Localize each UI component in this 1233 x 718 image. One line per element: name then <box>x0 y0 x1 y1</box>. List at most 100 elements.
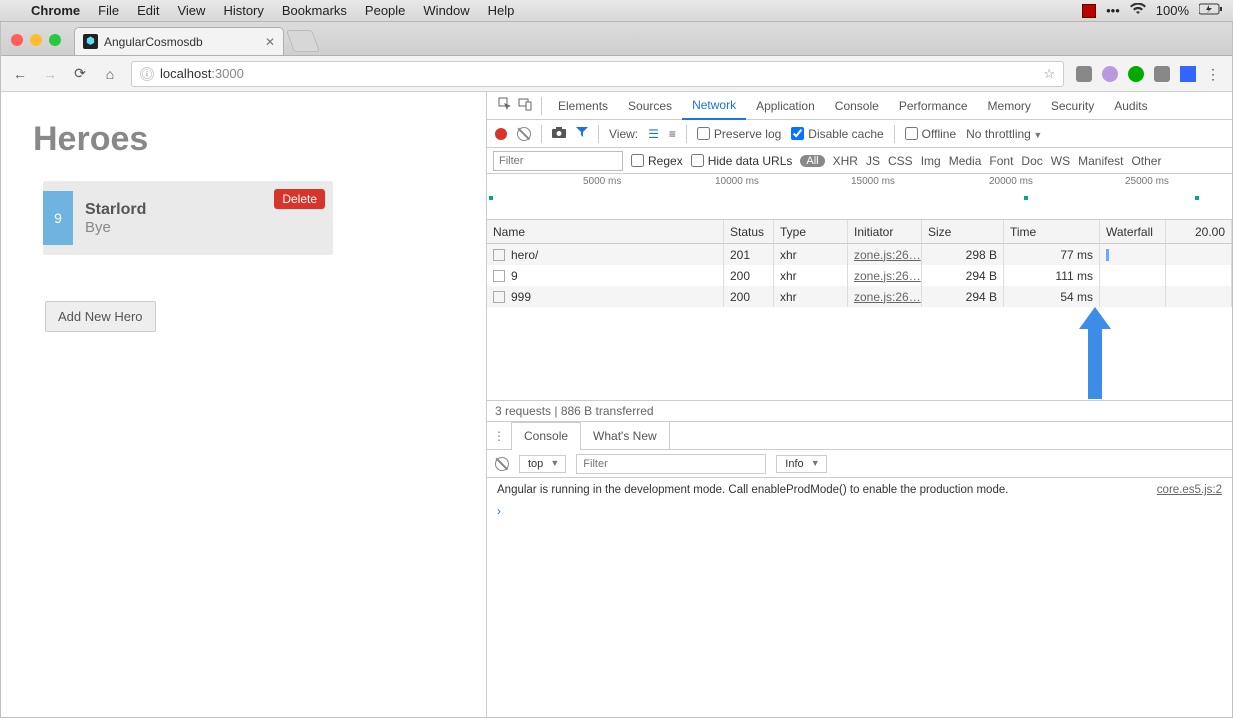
tabstrip: ⬢ AngularCosmosdb ✕ <box>1 22 1232 56</box>
extension-icon[interactable] <box>1128 66 1144 82</box>
tab-audits[interactable]: Audits <box>1104 92 1157 120</box>
extension-icon[interactable] <box>1180 66 1196 82</box>
filter-input[interactable] <box>493 151 623 171</box>
throttling-select[interactable]: No throttling <box>966 127 1042 141</box>
tab-close-icon[interactable]: ✕ <box>265 35 275 49</box>
menu-people[interactable]: People <box>356 3 414 18</box>
timeline-tick: 10000 ms <box>715 176 759 187</box>
wifi-icon[interactable] <box>1130 3 1146 18</box>
console-clear-icon[interactable] <box>495 457 509 471</box>
preserve-log-checkbox[interactable]: Preserve log <box>697 127 781 141</box>
network-row[interactable]: hero/ 201 xhr zone.js:26… 298 B 77 ms <box>487 244 1232 265</box>
menu-bookmarks[interactable]: Bookmarks <box>273 3 356 18</box>
extensions: ⋮ <box>1076 66 1222 82</box>
regex-checkbox[interactable]: Regex <box>631 154 683 168</box>
console-toolbar: top Info <box>487 450 1232 478</box>
drawer-tab-whatsnew[interactable]: What's New <box>581 422 670 450</box>
filter-media[interactable]: Media <box>949 154 982 168</box>
bookmark-star-icon[interactable]: ☆ <box>1043 66 1055 82</box>
console-source-link[interactable]: core.es5.js:2 <box>1157 484 1222 496</box>
app-name[interactable]: Chrome <box>22 3 89 18</box>
back-button[interactable]: ← <box>11 66 29 82</box>
inspect-icon[interactable] <box>495 97 515 114</box>
disable-cache-checkbox[interactable]: Disable cache <box>791 127 883 141</box>
filter-other[interactable]: Other <box>1131 154 1161 168</box>
view-large-icon[interactable]: ☰ <box>648 127 659 141</box>
filter-doc[interactable]: Doc <box>1021 154 1042 168</box>
close-window-button[interactable] <box>11 34 23 46</box>
menu-help[interactable]: Help <box>479 3 524 18</box>
network-row[interactable]: 999 200 xhr zone.js:26… 294 B 54 ms <box>487 286 1232 307</box>
filter-js[interactable]: JS <box>866 154 880 168</box>
menu-edit[interactable]: Edit <box>128 3 168 18</box>
filter-xhr[interactable]: XHR <box>833 154 858 168</box>
console-filter-input[interactable] <box>576 454 766 474</box>
menu-history[interactable]: History <box>214 3 272 18</box>
zoom-window-button[interactable] <box>49 34 61 46</box>
url-port: :3000 <box>211 66 244 81</box>
console-context-select[interactable]: top <box>519 455 566 473</box>
tab-elements[interactable]: Elements <box>548 92 618 120</box>
drawer-tab-console[interactable]: Console <box>511 422 581 450</box>
omnibox[interactable]: ⓘ localhost:3000 ☆ <box>131 61 1064 87</box>
col-name[interactable]: Name <box>487 220 724 243</box>
filter-img[interactable]: Img <box>921 154 941 168</box>
col-initiator[interactable]: Initiator <box>848 220 922 243</box>
console-level-select[interactable]: Info <box>776 455 826 473</box>
menu-window[interactable]: Window <box>414 3 478 18</box>
minimize-window-button[interactable] <box>30 34 42 46</box>
browser-tab[interactable]: ⬢ AngularCosmosdb ✕ <box>74 27 284 55</box>
network-row[interactable]: 9 200 xhr zone.js:26… 294 B 111 ms <box>487 265 1232 286</box>
add-hero-button[interactable]: Add New Hero <box>45 301 156 332</box>
tab-application[interactable]: Application <box>746 92 825 120</box>
home-button[interactable]: ⌂ <box>101 66 119 82</box>
filter-font[interactable]: Font <box>989 154 1013 168</box>
battery-icon[interactable] <box>1199 3 1223 18</box>
capture-screenshot-icon[interactable] <box>552 127 566 141</box>
filter-css[interactable]: CSS <box>888 154 913 168</box>
col-size[interactable]: Size <box>922 220 1004 243</box>
menubar-ext-icon[interactable] <box>1082 4 1096 18</box>
menu-file[interactable]: File <box>89 3 128 18</box>
tab-console[interactable]: Console <box>825 92 889 120</box>
tab-security[interactable]: Security <box>1041 92 1104 120</box>
menu-view[interactable]: View <box>168 3 214 18</box>
col-type[interactable]: Type <box>774 220 848 243</box>
hide-dataurl-checkbox[interactable]: Hide data URLs <box>691 154 793 168</box>
delete-button[interactable]: Delete <box>274 189 325 209</box>
new-tab-button[interactable] <box>286 30 320 52</box>
timeline-tick: 25000 ms <box>1125 176 1169 187</box>
tab-memory[interactable]: Memory <box>978 92 1041 120</box>
network-filterbar: Regex Hide data URLs All XHR JS CSS Img … <box>487 148 1232 174</box>
menubar-more-icon[interactable]: ••• <box>1106 3 1120 18</box>
network-timeline[interactable]: 5000 ms 10000 ms 15000 ms 20000 ms 25000… <box>487 174 1232 220</box>
console-prompt[interactable]: › <box>497 506 1222 518</box>
tab-sources[interactable]: Sources <box>618 92 682 120</box>
tab-performance[interactable]: Performance <box>889 92 978 120</box>
site-info-icon[interactable]: ⓘ <box>140 67 154 81</box>
forward-button[interactable]: → <box>41 66 59 82</box>
extension-icon[interactable] <box>1102 66 1118 82</box>
filter-all[interactable]: All <box>800 155 824 167</box>
extension-icon[interactable] <box>1076 66 1092 82</box>
filter-toggle-icon[interactable] <box>576 126 588 141</box>
chrome-menu-icon[interactable]: ⋮ <box>1206 66 1222 82</box>
view-small-icon[interactable]: ≡ <box>669 127 676 141</box>
offline-checkbox[interactable]: Offline <box>905 127 956 141</box>
battery-percent: 100% <box>1156 3 1189 18</box>
record-button[interactable] <box>495 128 507 140</box>
extension-icon[interactable] <box>1154 66 1170 82</box>
col-time[interactable]: Time <box>1004 220 1100 243</box>
filter-manifest[interactable]: Manifest <box>1078 154 1123 168</box>
clear-button[interactable] <box>517 127 531 141</box>
col-status[interactable]: Status <box>724 220 774 243</box>
hero-id-badge: 9 <box>43 191 73 245</box>
drawer-more-icon[interactable]: ⋮ <box>487 429 511 443</box>
device-toggle-icon[interactable] <box>515 97 535 114</box>
hero-card[interactable]: 9 Starlord Bye Delete <box>43 181 333 255</box>
tab-network[interactable]: Network <box>682 92 746 120</box>
console-body[interactable]: Angular is running in the development mo… <box>487 478 1232 717</box>
col-waterfall[interactable]: Waterfall <box>1100 220 1166 243</box>
filter-ws[interactable]: WS <box>1051 154 1070 168</box>
reload-button[interactable]: ⟳ <box>71 65 89 82</box>
